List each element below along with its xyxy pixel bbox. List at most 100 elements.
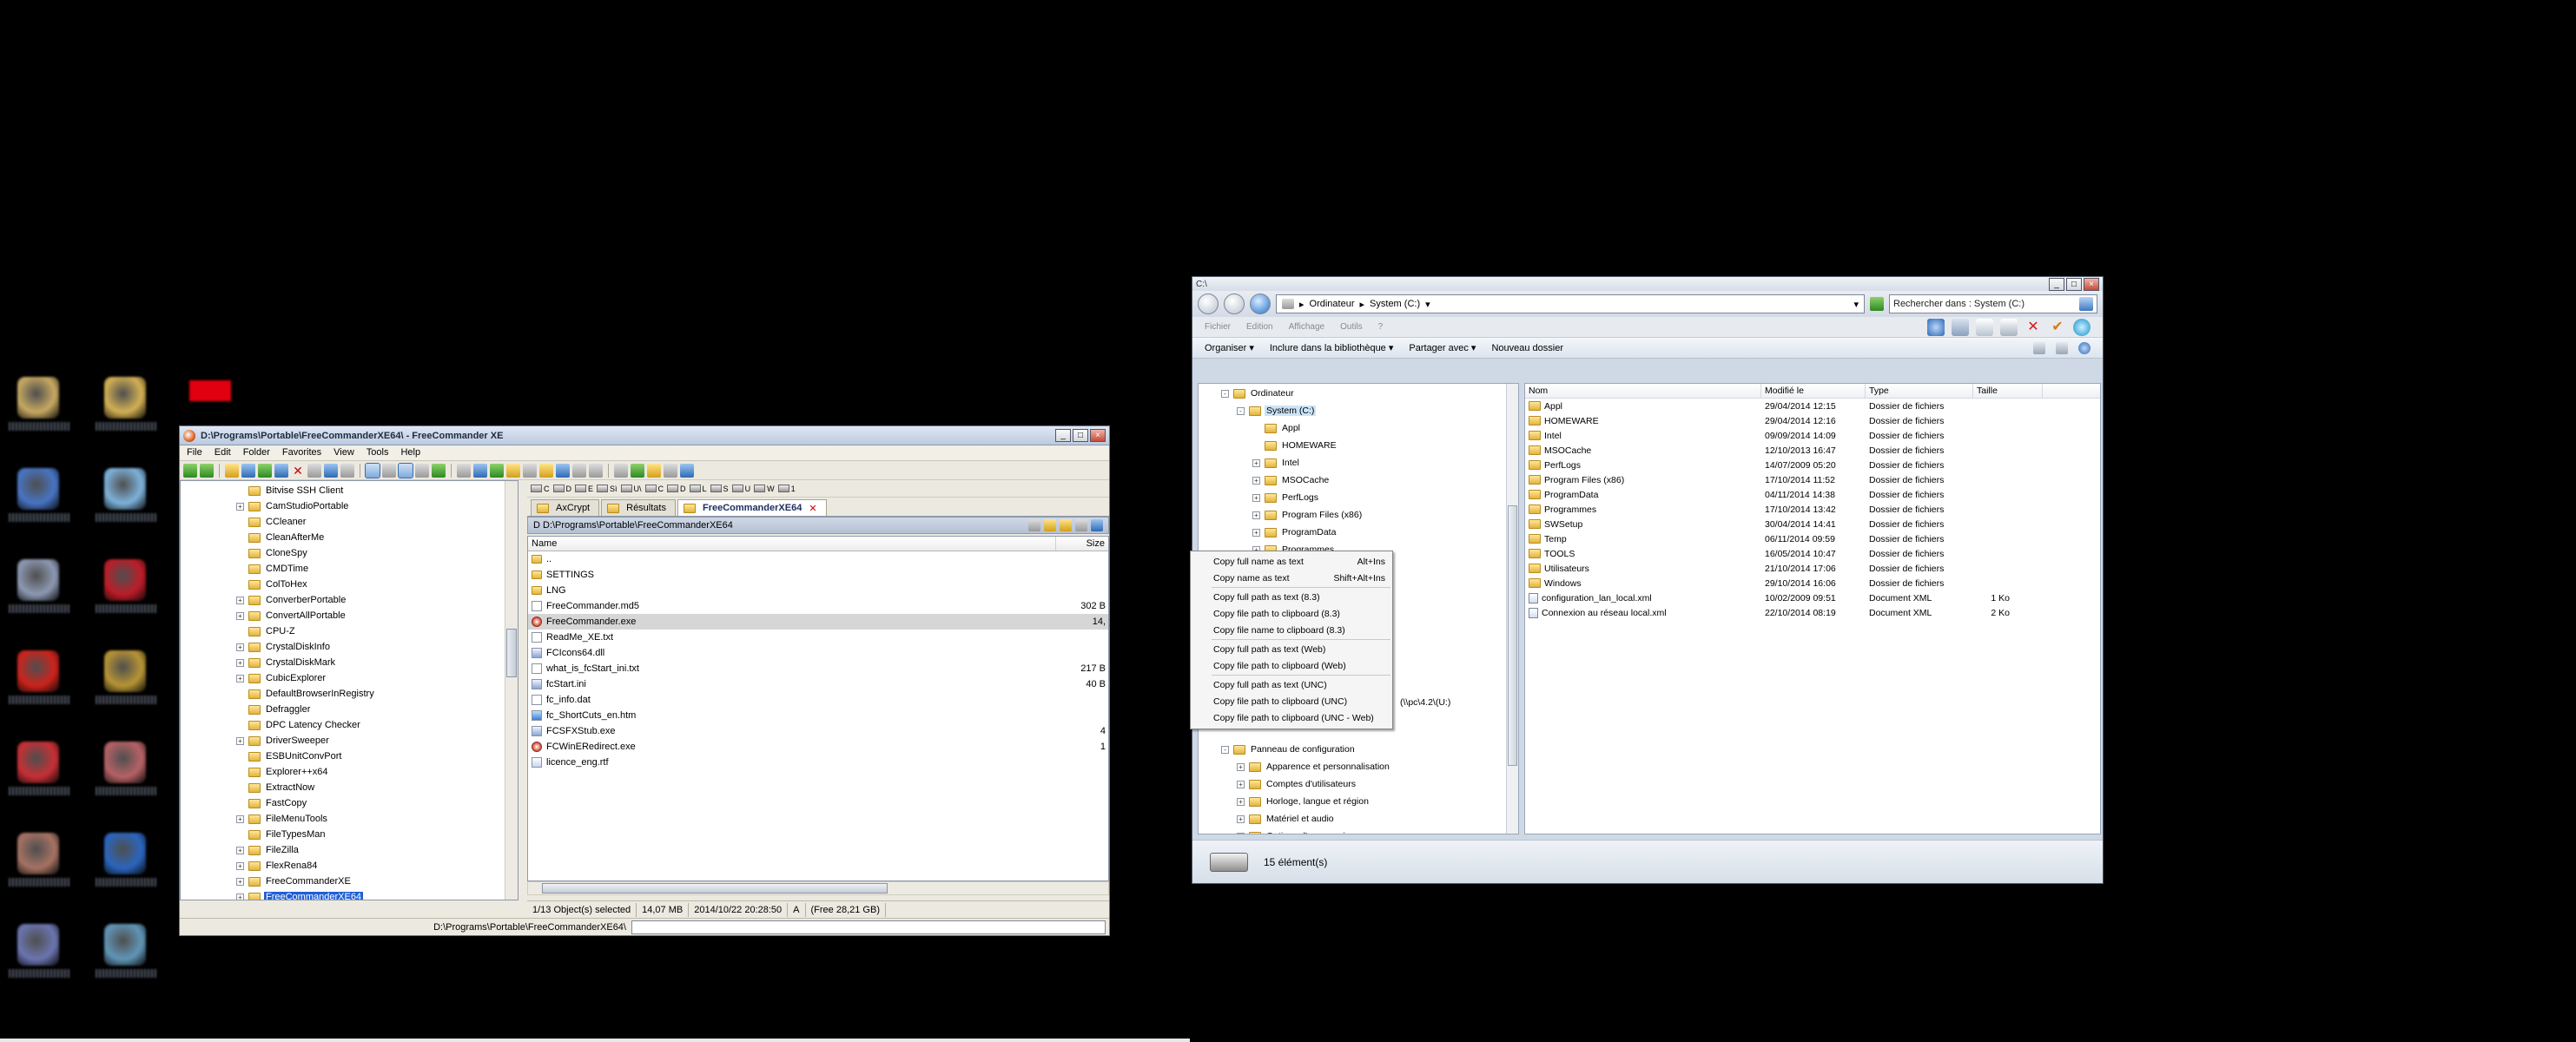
file-row[interactable]: Appl 29/04/2014 12:15 Dossier de fichiers bbox=[1525, 399, 2100, 413]
desktop-icon-14[interactable] bbox=[96, 920, 156, 978]
drive-button[interactable]: U bbox=[731, 485, 750, 493]
view-file-icon[interactable] bbox=[664, 463, 677, 478]
maximize-button[interactable]: □ bbox=[1073, 429, 1088, 442]
context-menu-item[interactable]: Copy file path to clipboard (8.3) bbox=[1191, 605, 1392, 622]
search-icon[interactable] bbox=[457, 463, 471, 478]
expand-icon[interactable]: + bbox=[236, 893, 244, 900]
desktop-icon-11[interactable] bbox=[9, 829, 69, 887]
refresh-icon[interactable] bbox=[274, 463, 288, 478]
drive-button[interactable]: U\ bbox=[620, 485, 642, 493]
check-icon[interactable]: ✔ bbox=[2049, 319, 2066, 336]
nav-pane-scrollbar[interactable] bbox=[1506, 384, 1518, 834]
refresh-icon[interactable] bbox=[1870, 297, 1884, 311]
address-dropdown-icon[interactable]: ▾ bbox=[1853, 299, 1859, 310]
tree-item[interactable]: CloneSpy bbox=[236, 545, 309, 561]
file-row[interactable]: HOMEWARE 29/04/2014 12:16 Dossier de fichi… bbox=[1525, 413, 2100, 428]
file-row[interactable]: fc_ShortCuts_en.htm bbox=[528, 708, 1108, 723]
nav-tree-item[interactable]: Appl bbox=[1252, 420, 1302, 436]
move-icon[interactable] bbox=[258, 463, 272, 478]
context-menu-item[interactable]: Copy file path to clipboard (UNC) bbox=[1191, 693, 1392, 709]
desktop-icon-5[interactable] bbox=[9, 556, 69, 613]
tree-item[interactable]: + CubicExplorer bbox=[236, 670, 327, 686]
nav-tree-network-drive[interactable]: (\\pc\4.2\(U:) bbox=[1400, 695, 1450, 710]
file-row[interactable]: ReadMe_XE.txt bbox=[528, 630, 1108, 645]
address-bar[interactable]: ▸ Ordinateur ▸ System (C:) ▾ ▾ bbox=[1276, 294, 1865, 313]
fc-menu-edit[interactable]: Edit bbox=[215, 447, 231, 458]
drive-button[interactable]: C bbox=[644, 485, 664, 493]
nav-tree-item[interactable]: HOMEWARE bbox=[1252, 438, 1338, 453]
fc-path-bar[interactable]: D D:\Programs\Portable\FreeCommanderXE64 bbox=[527, 517, 1109, 534]
globe-icon[interactable] bbox=[2073, 318, 2091, 336]
tree-item[interactable]: + FreeCommanderXE64 bbox=[236, 889, 364, 900]
file-row[interactable]: SETTINGS bbox=[528, 567, 1108, 583]
nav-tree-item[interactable]: + Options d'ergonomie bbox=[1237, 828, 1352, 834]
delete-icon[interactable]: ✕ bbox=[2024, 319, 2042, 336]
expand-icon[interactable]: + bbox=[1237, 832, 1245, 834]
tree-item[interactable]: + ConverberPortable bbox=[236, 592, 347, 608]
file-row[interactable]: Programmes 17/10/2014 13:42 Dossier de fic… bbox=[1525, 502, 2100, 517]
expand-icon[interactable]: + bbox=[236, 736, 244, 745]
edit-file-icon[interactable] bbox=[680, 463, 694, 478]
pack-icon[interactable] bbox=[490, 463, 504, 478]
expand-icon[interactable]: + bbox=[236, 846, 244, 854]
file-row[interactable]: MSOCache 12/10/2013 16:47 Dossier de fichi… bbox=[1525, 443, 2100, 458]
history-icon[interactable] bbox=[1028, 519, 1040, 531]
desktop-icon[interactable] bbox=[556, 463, 570, 478]
expand-icon[interactable]: + bbox=[1237, 814, 1245, 823]
desktop-icon-10[interactable] bbox=[96, 738, 156, 795]
expand-icon[interactable]: + bbox=[1237, 797, 1245, 806]
nav-tree-item[interactable]: + Intel bbox=[1252, 455, 1301, 471]
help-icon[interactable] bbox=[2078, 341, 2091, 354]
file-row[interactable]: PerfLogs 14/07/2009 05:20 Dossier de fichi… bbox=[1525, 458, 2100, 472]
tab-axcrypt[interactable]: AxCrypt bbox=[531, 499, 600, 516]
expand-icon[interactable]: + bbox=[236, 596, 244, 604]
freecommander-window[interactable]: D:\Programs\Portable\FreeCommanderXE64\ … bbox=[179, 425, 1110, 936]
tree-item[interactable]: CleanAfterMe bbox=[236, 530, 326, 545]
fc-menu-view[interactable]: View bbox=[334, 447, 354, 458]
file-row[interactable]: licence_eng.rtf bbox=[528, 755, 1108, 770]
column-modifie-le[interactable]: Modifié le bbox=[1761, 384, 1866, 398]
file-row[interactable]: Utilisateurs 21/10/2014 17:06 Dossier de f… bbox=[1525, 561, 2100, 576]
tree-item[interactable]: + FileZilla bbox=[236, 842, 301, 858]
column-type[interactable]: Type bbox=[1866, 384, 1973, 398]
filter-icon[interactable] bbox=[340, 463, 354, 478]
tree-item[interactable]: FileTypesMan bbox=[236, 827, 327, 842]
nav-tree-item[interactable]: + ProgramData bbox=[1252, 524, 1338, 540]
unpack-icon[interactable] bbox=[506, 463, 520, 478]
fc-menu-help[interactable]: Help bbox=[400, 447, 420, 458]
tree-item[interactable]: DefaultBrowserInRegistry bbox=[236, 686, 376, 702]
explorer-menu-item[interactable]: Edition bbox=[1246, 322, 1273, 332]
file-row[interactable]: fcStart.ini 40 B bbox=[528, 676, 1108, 692]
expand-icon[interactable]: - bbox=[1221, 745, 1229, 754]
desktop-icon-1[interactable] bbox=[9, 373, 69, 431]
tree-item[interactable]: + FlexRena84 bbox=[236, 858, 319, 874]
folder-up-icon[interactable] bbox=[225, 463, 239, 478]
nav-tree-item[interactable]: + Horloge, langue et région bbox=[1237, 794, 1371, 809]
expand-icon[interactable]: + bbox=[236, 502, 244, 511]
file-row[interactable]: FCIcons64.dll bbox=[528, 645, 1108, 661]
file-row[interactable]: FreeCommander.md5 302 B bbox=[528, 598, 1108, 614]
drive-button[interactable]: D bbox=[667, 485, 686, 493]
view-options-icon[interactable] bbox=[2033, 341, 2045, 354]
tree-item[interactable]: + DriverSweeper bbox=[236, 733, 331, 749]
tree-item[interactable]: + CrystalDiskMark bbox=[236, 655, 337, 670]
tree-item[interactable]: + ConvertAllPortable bbox=[236, 608, 347, 623]
context-menu-item[interactable]: Copy full path as text (Web) bbox=[1191, 641, 1392, 657]
context-menu-item[interactable]: Copy full path as text (8.3) bbox=[1191, 589, 1392, 605]
file-row[interactable]: fc_info.dat bbox=[528, 692, 1108, 708]
drive-button[interactable]: S bbox=[710, 485, 729, 493]
file-row[interactable]: Windows 29/10/2014 16:06 Dossier de fichie… bbox=[1525, 576, 2100, 590]
copy-right-icon[interactable] bbox=[631, 463, 644, 478]
expand-icon[interactable]: + bbox=[236, 643, 244, 651]
tree-item[interactable]: + FileMenuTools bbox=[236, 811, 329, 827]
tree-item[interactable]: ESBUnitConvPort bbox=[236, 749, 343, 764]
nav-tree-item[interactable]: - Panneau de configuration bbox=[1221, 742, 1357, 757]
search-input[interactable]: Rechercher dans : System (C:) bbox=[1889, 294, 2097, 313]
rename-icon[interactable] bbox=[324, 463, 338, 478]
copy-path-context-menu[interactable]: Copy full name as text Alt+Ins Copy name a… bbox=[1190, 551, 1393, 729]
panel-options-icon[interactable] bbox=[1091, 519, 1103, 531]
command-button[interactable]: Organiser ▾ bbox=[1205, 342, 1254, 353]
explorer-titlebar[interactable]: C:\ _ □ × bbox=[1192, 277, 2103, 291]
drive-button[interactable]: C bbox=[531, 485, 550, 493]
desktop-icon-7[interactable] bbox=[9, 647, 69, 704]
